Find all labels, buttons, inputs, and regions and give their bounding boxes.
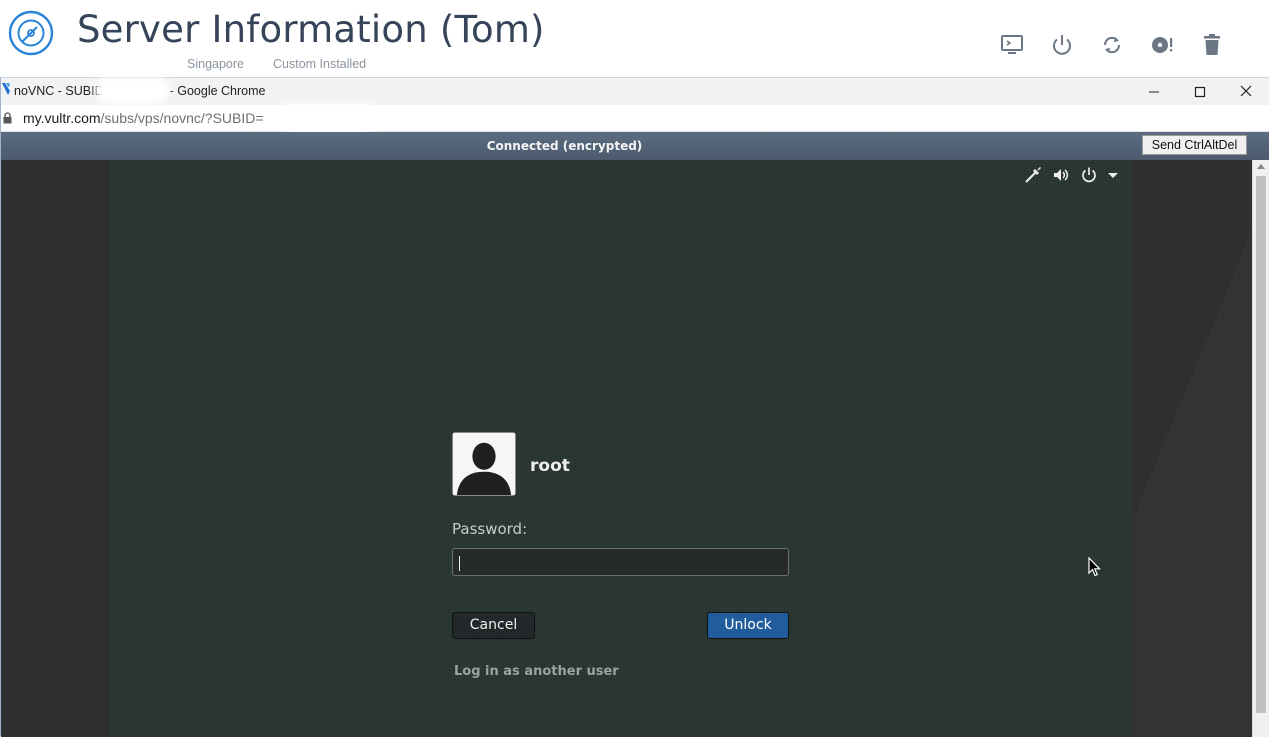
username-label: root (530, 456, 570, 476)
url-path: /subs/vps/novnc/?SUBID= (100, 110, 264, 126)
window-title-suffix: - Google Chrome (169, 84, 266, 98)
network-wired-icon[interactable] (1024, 166, 1042, 184)
window-titlebar[interactable]: noVNC - SUBID - Google Chrome (1, 78, 1269, 105)
server-os: Custom Installed (273, 57, 367, 71)
unlock-button[interactable]: Unlock (707, 612, 789, 639)
redaction-blob (101, 83, 163, 98)
lock-icon (3, 112, 12, 124)
connection-status: Connected (encrypted) (486, 139, 643, 153)
vertical-scrollbar[interactable] (1252, 160, 1269, 737)
text-caret (459, 556, 460, 571)
password-field[interactable] (452, 548, 789, 576)
scrollbar-thumb[interactable] (1256, 176, 1266, 713)
password-label: Password: (452, 520, 528, 538)
power-icon[interactable] (1050, 33, 1074, 57)
scroll-up-arrow-icon[interactable] (1257, 164, 1265, 169)
url-host: my.vultr.com (23, 110, 101, 126)
view-console-icon[interactable] (1000, 33, 1024, 57)
maximize-icon[interactable] (1188, 81, 1212, 103)
server-disc-logo-icon (8, 10, 54, 56)
vultr-favicon-icon (2, 83, 10, 95)
vultr-header: Server Information (Tom) Singapore Custo… (0, 0, 1269, 76)
redaction-blob (68, 60, 164, 74)
user-avatar (452, 432, 516, 496)
send-ctrl-alt-del-button[interactable]: Send CtrlAltDel (1142, 135, 1247, 155)
gnome-lock-screen[interactable]: root Password: Cancel Unlock Log in as a… (110, 160, 1133, 737)
novnc-control-bar: Connected (encrypted) Send CtrlAltDel (1, 132, 1269, 160)
chevron-down-icon[interactable] (1104, 166, 1122, 184)
trash-icon[interactable] (1200, 33, 1224, 57)
user-silhouette-icon (453, 433, 515, 495)
power-menu-icon[interactable] (1080, 166, 1098, 184)
window-title-prefix: noVNC - SUBID (14, 84, 104, 98)
log-in-as-another-user-link[interactable]: Log in as another user (454, 664, 619, 679)
restart-icon[interactable] (1100, 33, 1124, 57)
url-text[interactable]: my.vultr.com/subs/vps/novnc/?SUBID= (23, 110, 264, 126)
minimize-icon[interactable] (1142, 81, 1166, 103)
vnc-viewport[interactable]: root Password: Cancel Unlock Log in as a… (1, 160, 1252, 737)
page-title: Server Information (Tom) (77, 8, 545, 51)
server-location: Singapore (187, 57, 244, 71)
address-bar[interactable]: my.vultr.com/subs/vps/novnc/?SUBID= (1, 105, 1269, 132)
close-icon[interactable] (1234, 81, 1258, 103)
redaction-blob (283, 109, 375, 128)
reinstall-disk-icon[interactable] (1150, 33, 1174, 57)
mouse-pointer-icon (1088, 557, 1101, 577)
background-curve (1133, 160, 1252, 737)
chrome-popup-window: noVNC - SUBID - Google Chrome my.vultr.co… (0, 77, 1269, 737)
cancel-button[interactable]: Cancel (452, 612, 535, 639)
volume-icon[interactable] (1052, 166, 1070, 184)
